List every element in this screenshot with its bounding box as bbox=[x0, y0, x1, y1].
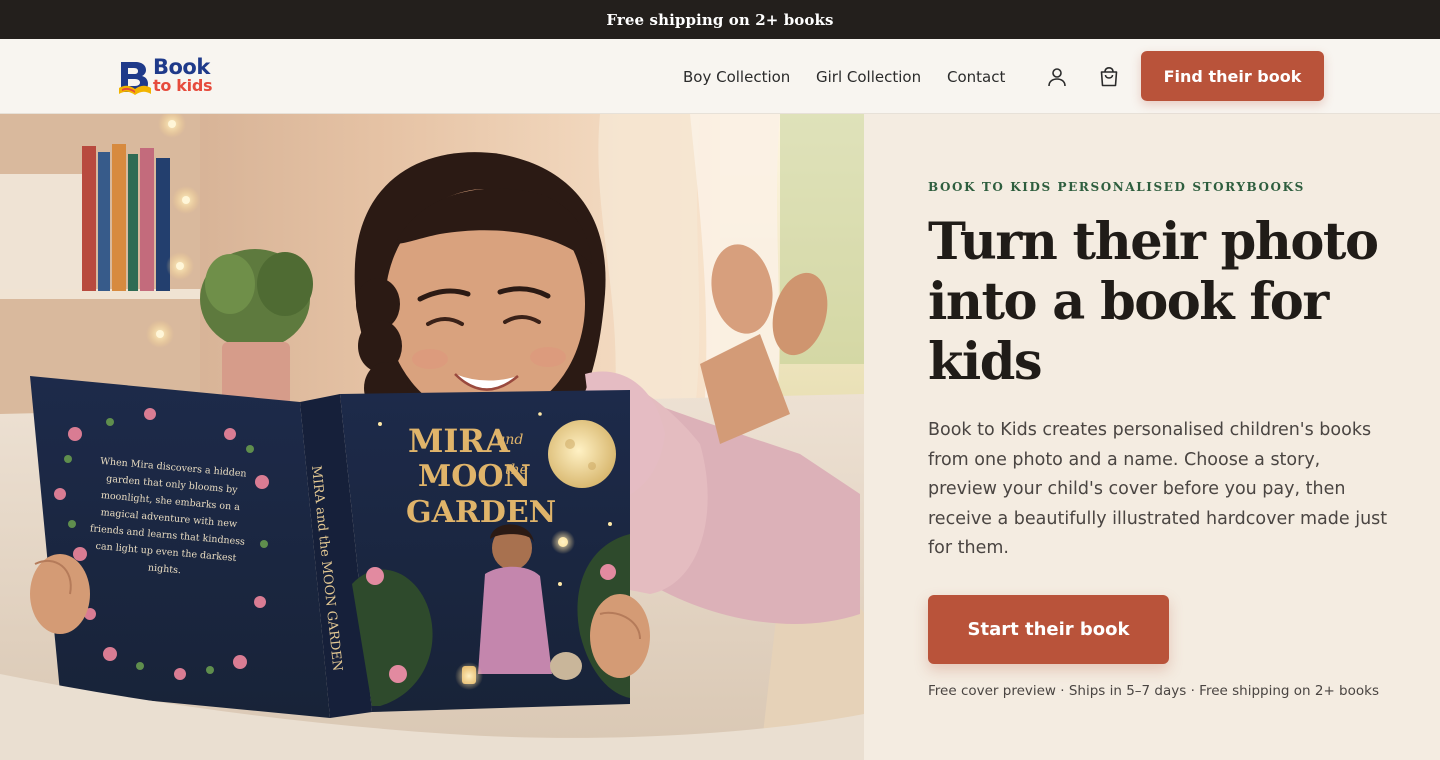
book-title-and: and bbox=[497, 432, 523, 448]
site-header: Book to kids Boy Collection Girl Collect… bbox=[0, 39, 1440, 114]
cart-button[interactable] bbox=[1097, 65, 1121, 89]
hero-image: When Mira discovers a hidden garden that… bbox=[0, 114, 864, 760]
nav-link-contact[interactable]: Contact bbox=[947, 68, 1005, 86]
book-title-garden: GARDEN bbox=[406, 495, 556, 530]
find-their-book-button[interactable]: Find their book bbox=[1141, 51, 1324, 101]
hero-description: Book to Kids creates personalised childr… bbox=[928, 420, 1388, 558]
announcement-bar: Free shipping on 2+ books bbox=[0, 0, 1440, 39]
account-button[interactable] bbox=[1045, 65, 1069, 89]
nav-link-boy-collection[interactable]: Boy Collection bbox=[683, 68, 790, 86]
hero-copy-panel: BOOK TO KIDS PERSONALISED STORYBOOKS Tur… bbox=[864, 114, 1440, 760]
shopping-bag-icon bbox=[1100, 66, 1118, 87]
book-title-mira: MIRA bbox=[408, 422, 511, 460]
hero-headline: Turn their photo into a book for kids bbox=[928, 212, 1379, 392]
storybook: When Mira discovers a hidden garden that… bbox=[30, 376, 630, 718]
book-title-the: the bbox=[505, 462, 528, 478]
announcement-text: Free shipping on 2+ books bbox=[606, 10, 834, 29]
hero-fineprint: Free cover preview · Ships in 5–7 days ·… bbox=[928, 683, 1379, 699]
nav-link-girl-collection[interactable]: Girl Collection bbox=[816, 68, 921, 86]
hero-eyebrow: BOOK TO KIDS PERSONALISED STORYBOOKS bbox=[928, 180, 1305, 194]
book-back-blurb: When Mira discovers a hidden garden that… bbox=[89, 455, 247, 577]
start-their-book-button[interactable]: Start their book bbox=[928, 595, 1169, 664]
hero-illustration: When Mira discovers a hidden garden that… bbox=[0, 114, 864, 760]
user-icon bbox=[1048, 68, 1066, 87]
moon-icon bbox=[548, 420, 616, 488]
